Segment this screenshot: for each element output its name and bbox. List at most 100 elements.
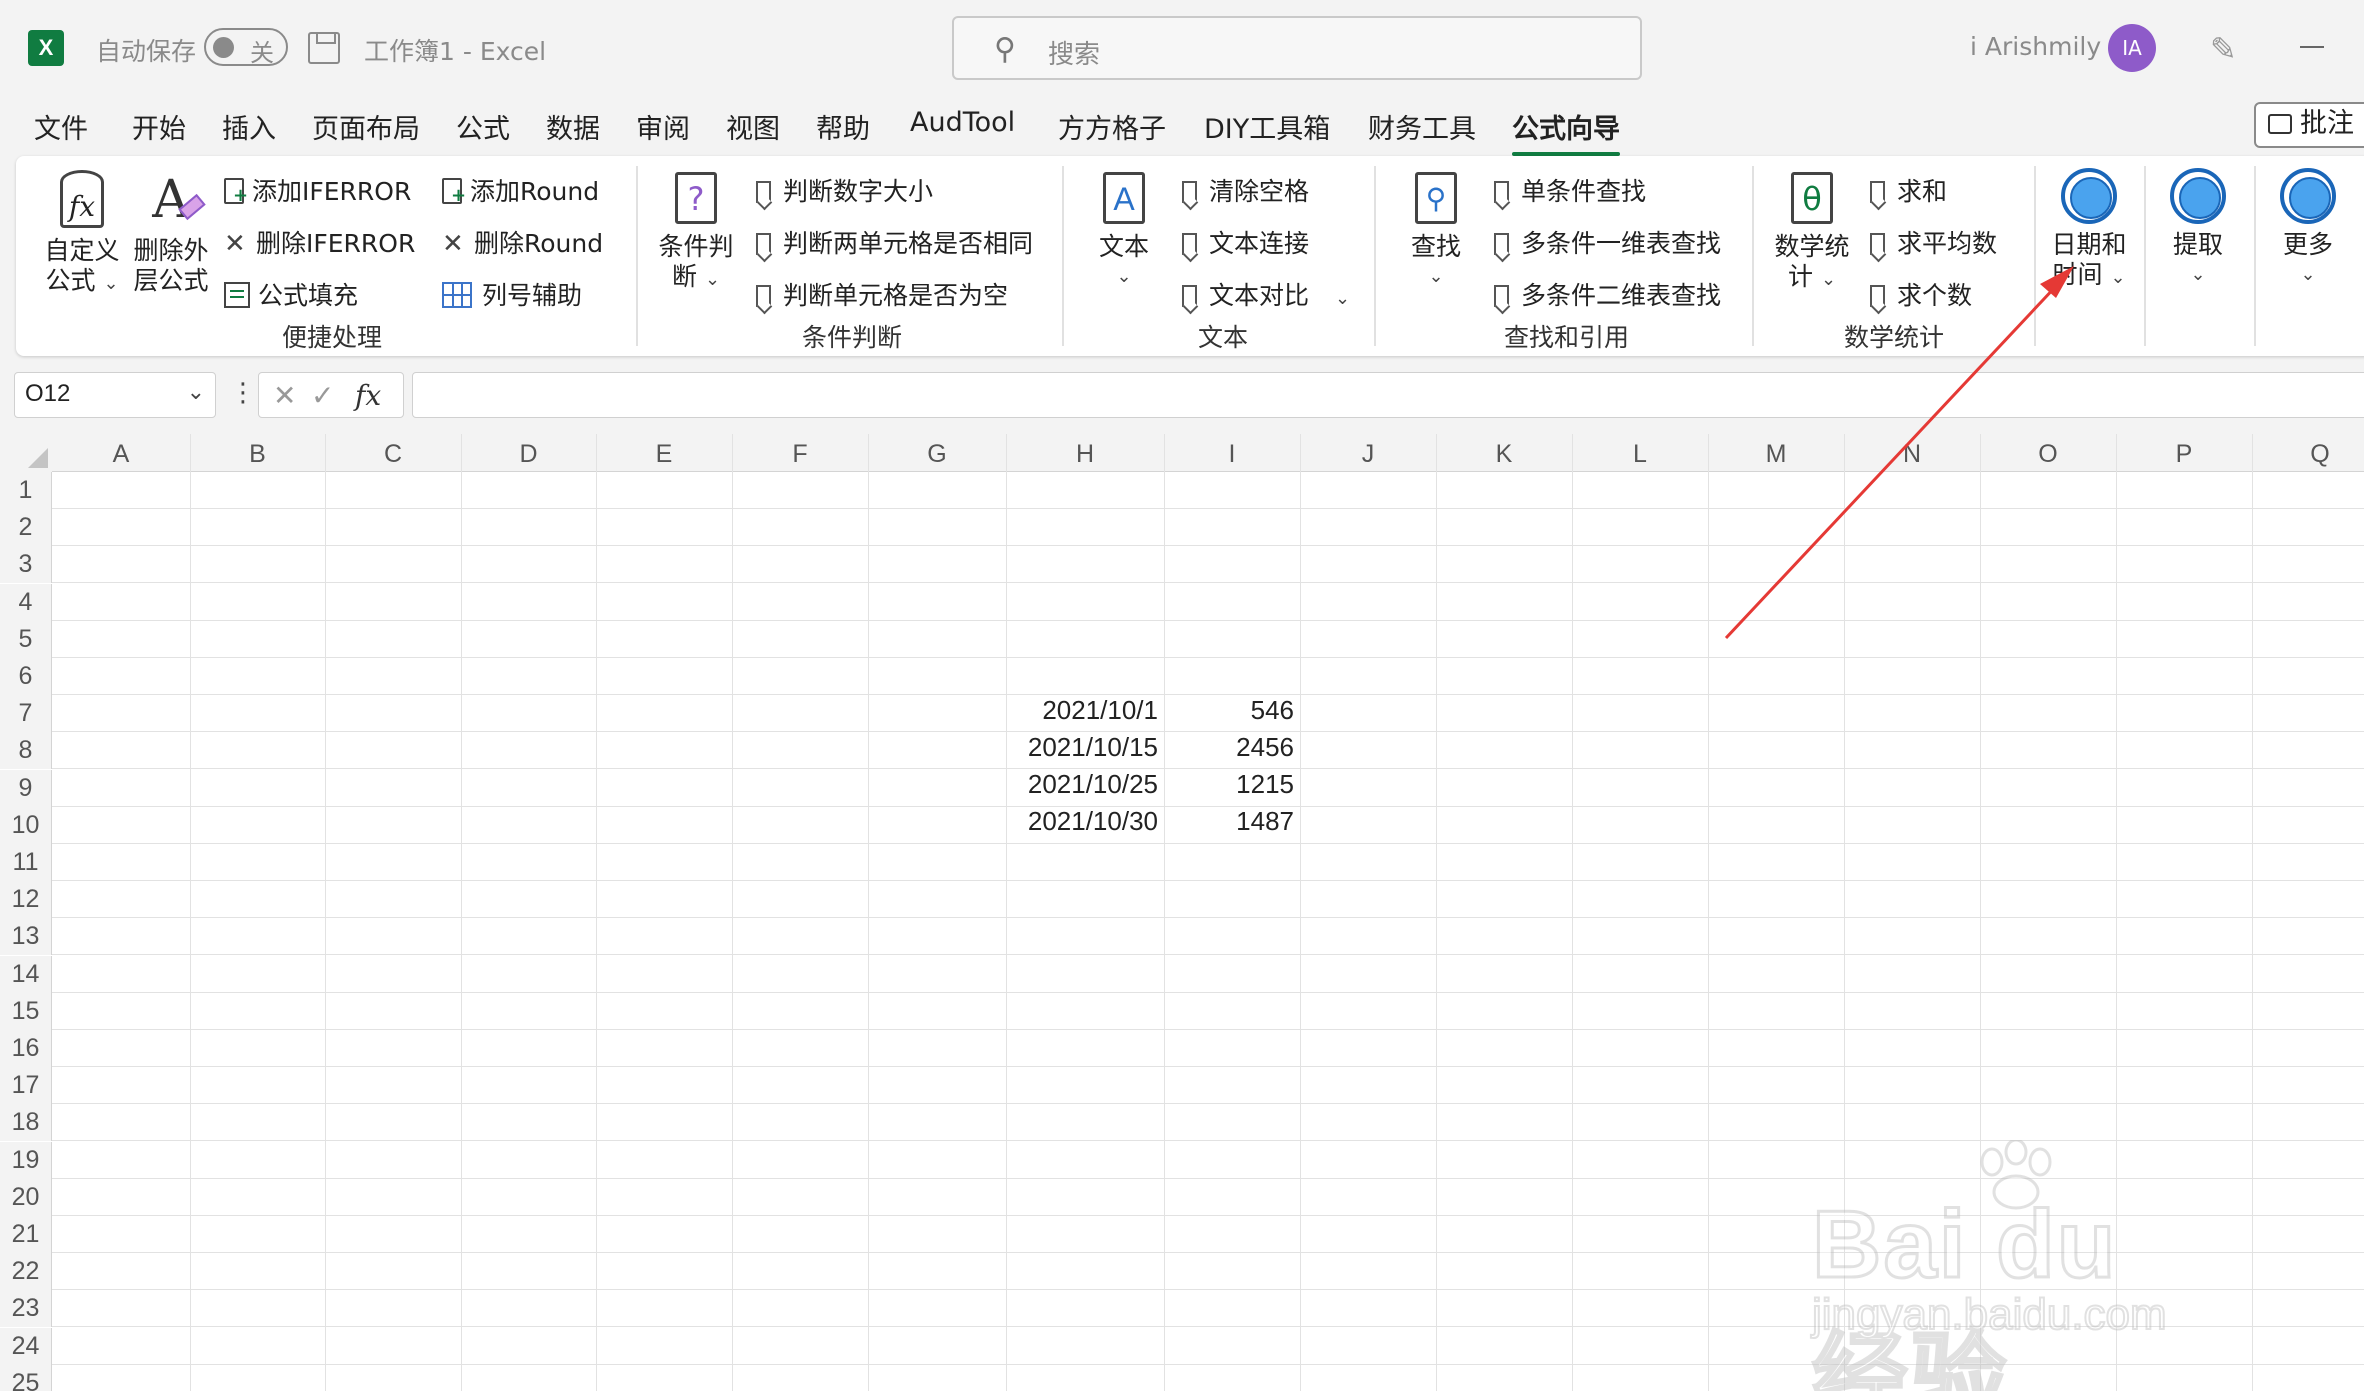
more-button[interactable]: 更多 ⌄ [2266,168,2350,290]
column-header-b[interactable]: B [190,440,325,470]
cell-i10[interactable]: 1487 [1164,803,1300,840]
lookup-button[interactable]: ⚲ 查找 ⌄ [1392,172,1480,292]
cell-i8[interactable]: 2456 [1164,729,1300,766]
cell-h9[interactable]: 2021/10/25 [1006,766,1164,803]
column-header-g[interactable]: G [868,440,1006,470]
insert-function-icon[interactable]: fx [355,379,381,412]
average-button[interactable]: 求平均数 [1870,224,1997,260]
tab-finance-tools[interactable]: 财务工具 [1368,107,1476,146]
tab-audtool[interactable]: AudTool [910,107,1015,138]
remove-outer-formula-button[interactable]: A 删除外 层公式 [128,170,214,296]
row-header-7[interactable]: 7 [0,695,52,732]
cancel-icon[interactable]: ✕ [273,379,296,412]
row-header-4[interactable]: 4 [0,584,52,621]
row-header-17[interactable]: 17 [0,1067,52,1104]
row-header-19[interactable]: 19 [0,1142,52,1179]
datetime-button[interactable]: 日期和 时间 ⌄ [2044,168,2134,293]
text-button[interactable]: A 文本 ⌄ [1080,172,1168,292]
column-header-f[interactable]: F [732,440,868,470]
tab-view[interactable]: 视图 [726,107,780,146]
row-header-9[interactable]: 9 [0,770,52,807]
row-header-6[interactable]: 6 [0,658,52,695]
custom-formula-button[interactable]: fx 自定义 公式 ⌄ [38,170,126,299]
row-header-1[interactable]: 1 [0,472,52,509]
count-button[interactable]: 求个数 [1870,276,1972,312]
tab-diy-toolbox[interactable]: DIY工具箱 [1204,107,1330,146]
sum-button[interactable]: 求和 [1870,172,1947,208]
enter-check-icon[interactable]: ✓ [311,379,334,412]
single-lookup-button[interactable]: 单条件查找 [1494,172,1646,208]
cell-h7[interactable]: 2021/10/1 [1006,692,1164,729]
more-options-icon[interactable]: ⋮ [230,378,256,408]
remove-iferror-button[interactable]: ✕ 删除IFERROR [224,224,415,260]
tab-formulas[interactable]: 公式 [456,107,510,146]
row-header-2[interactable]: 2 [0,509,52,546]
judge-number-size-button[interactable]: 判断数字大小 [756,172,933,208]
row-header-12[interactable]: 12 [0,881,52,918]
chevron-down-icon[interactable]: ⌄ [187,379,205,405]
judge-cell-empty-button[interactable]: 判断单元格是否为空 [756,276,1008,312]
formula-fill-button[interactable]: 公式填充 [224,276,358,312]
remove-round-button[interactable]: ✕ 删除Round [442,224,603,260]
multi-2d-lookup-button[interactable]: 多条件二维表查找 [1494,276,1721,312]
column-header-d[interactable]: D [461,440,596,470]
row-header-25[interactable]: 25 [0,1365,52,1391]
row-header-18[interactable]: 18 [0,1104,52,1141]
column-header-a[interactable]: A [52,440,190,470]
column-header-q[interactable]: Q [2252,440,2364,470]
row-header-20[interactable]: 20 [0,1179,52,1216]
column-header-p[interactable]: P [2116,440,2252,470]
extract-button[interactable]: 提取 ⌄ [2156,168,2240,290]
tab-home[interactable]: 开始 [132,107,186,146]
cell-i9[interactable]: 1215 [1164,766,1300,803]
column-header-m[interactable]: M [1708,440,1844,470]
tab-fangfang[interactable]: 方方格子 [1058,107,1166,146]
user-name[interactable]: i Arishmily [1970,32,2101,61]
cell-i7[interactable]: 546 [1164,692,1300,729]
text-concat-button[interactable]: 文本连接 [1182,224,1309,260]
select-all-corner[interactable] [0,434,52,472]
column-header-j[interactable]: J [1300,440,1436,470]
row-header-5[interactable]: 5 [0,621,52,658]
clear-spaces-button[interactable]: 清除空格 [1182,172,1309,208]
cell-h8[interactable]: 2021/10/15 [1006,729,1164,766]
column-header-i[interactable]: I [1164,440,1300,470]
row-header-3[interactable]: 3 [0,546,52,583]
column-header-o[interactable]: O [1980,440,2116,470]
pen-icon[interactable]: ✎ [2210,30,2237,68]
text-compare-button[interactable]: 文本对比 ⌄ [1182,276,1350,312]
comment-button[interactable]: 批注 [2254,102,2364,148]
avatar[interactable]: IA [2108,24,2156,72]
tab-file[interactable]: 文件 [34,107,88,146]
tab-help[interactable]: 帮助 [816,107,870,146]
row-header-14[interactable]: 14 [0,956,52,993]
column-header-e[interactable]: E [596,440,732,470]
multi-1d-lookup-button[interactable]: 多条件一维表查找 [1494,224,1721,260]
row-header-22[interactable]: 22 [0,1253,52,1290]
minimize-icon[interactable] [2300,46,2324,48]
row-header-23[interactable]: 23 [0,1290,52,1327]
row-header-8[interactable]: 8 [0,732,52,769]
column-header-c[interactable]: C [325,440,461,470]
row-header-10[interactable]: 10 [0,807,52,844]
judge-cells-equal-button[interactable]: 判断两单元格是否相同 [756,224,1033,260]
add-iferror-button[interactable]: 添加IFERROR [224,172,411,208]
formula-input[interactable] [412,372,2364,418]
row-header-15[interactable]: 15 [0,993,52,1030]
row-header-11[interactable]: 11 [0,844,52,881]
tab-formula-wizard[interactable]: 公式向导 [1512,107,1620,156]
tab-page-layout[interactable]: 页面布局 [312,107,420,146]
column-header-n[interactable]: N [1844,440,1980,470]
row-header-16[interactable]: 16 [0,1030,52,1067]
name-box[interactable]: O12 ⌄ [14,372,216,418]
column-header-k[interactable]: K [1436,440,1572,470]
column-helper-button[interactable]: 列号辅助 [442,276,582,312]
tab-data[interactable]: 数据 [546,107,600,146]
autosave-toggle[interactable]: 关 [204,28,288,67]
condition-judge-button[interactable]: ? 条件判 断 ⌄ [652,172,740,295]
row-header-24[interactable]: 24 [0,1328,52,1365]
cell-h10[interactable]: 2021/10/30 [1006,803,1164,840]
tab-review[interactable]: 审阅 [636,107,690,146]
tab-insert[interactable]: 插入 [222,107,276,146]
row-header-13[interactable]: 13 [0,918,52,955]
